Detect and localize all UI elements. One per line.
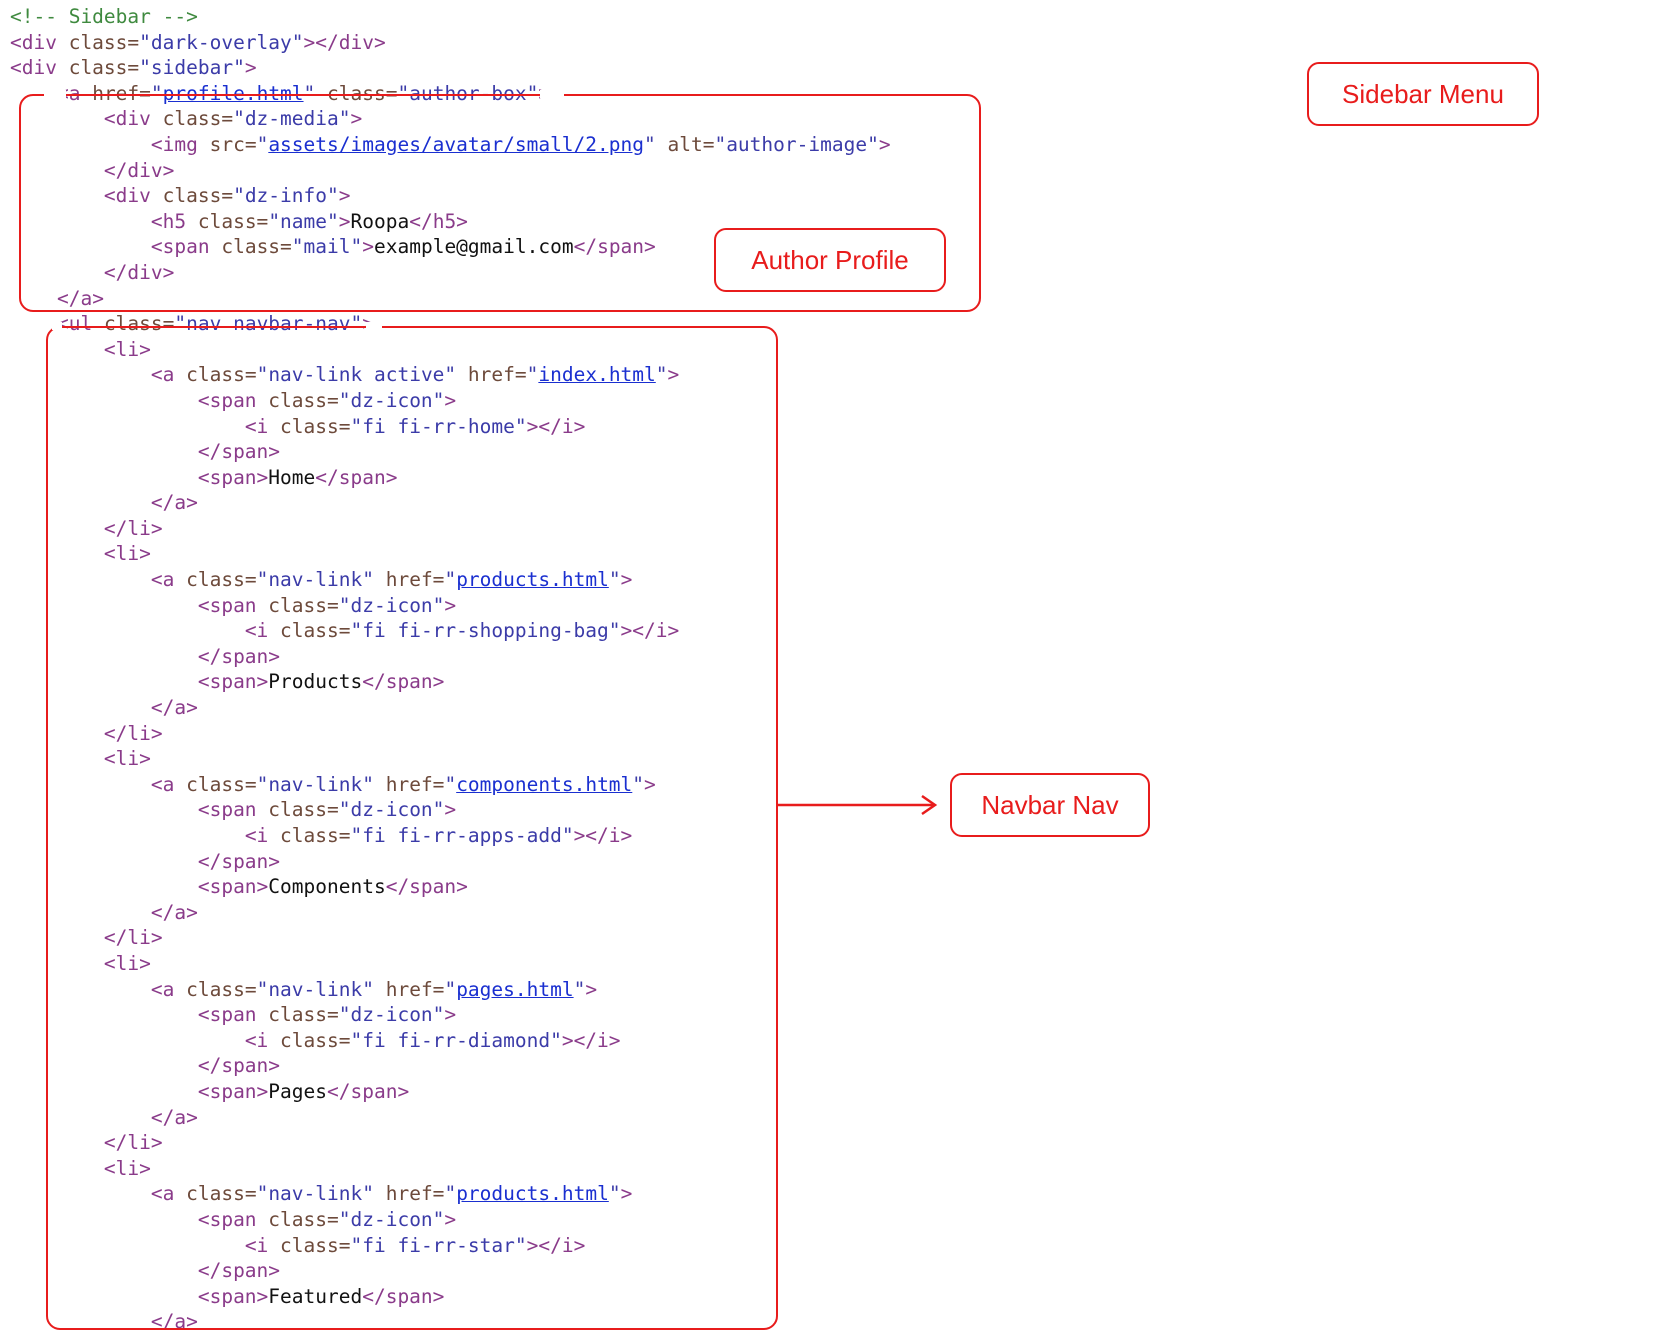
navbar-nav-frame: [46, 326, 778, 1330]
author-profile-label: Author Profile: [714, 228, 946, 292]
sidebar-menu-label-text: Sidebar Menu: [1342, 78, 1504, 109]
code-token: <div: [10, 56, 69, 80]
author-profile-label-text: Author Profile: [751, 244, 909, 275]
code-token: >: [244, 56, 257, 80]
code-token: ></div>: [303, 30, 386, 54]
navbar-nav-label-text: Navbar Nav: [981, 789, 1119, 820]
sidebar-menu-label: Sidebar Menu: [1307, 62, 1539, 126]
code-token: <!-- Sidebar -->: [10, 5, 198, 28]
code-line: <div class="sidebar">: [10, 55, 891, 81]
code-line: <!-- Sidebar -->: [10, 4, 891, 30]
code-token: <div: [10, 30, 69, 54]
code-token: "sidebar": [139, 56, 245, 80]
navbar-nav-label: Navbar Nav: [950, 773, 1150, 837]
code-line: <div class="dark-overlay"></div>: [10, 30, 891, 56]
code-token: class=: [68, 56, 140, 80]
code-token: class=: [68, 30, 140, 54]
code-token: "dark-overlay": [139, 30, 304, 54]
